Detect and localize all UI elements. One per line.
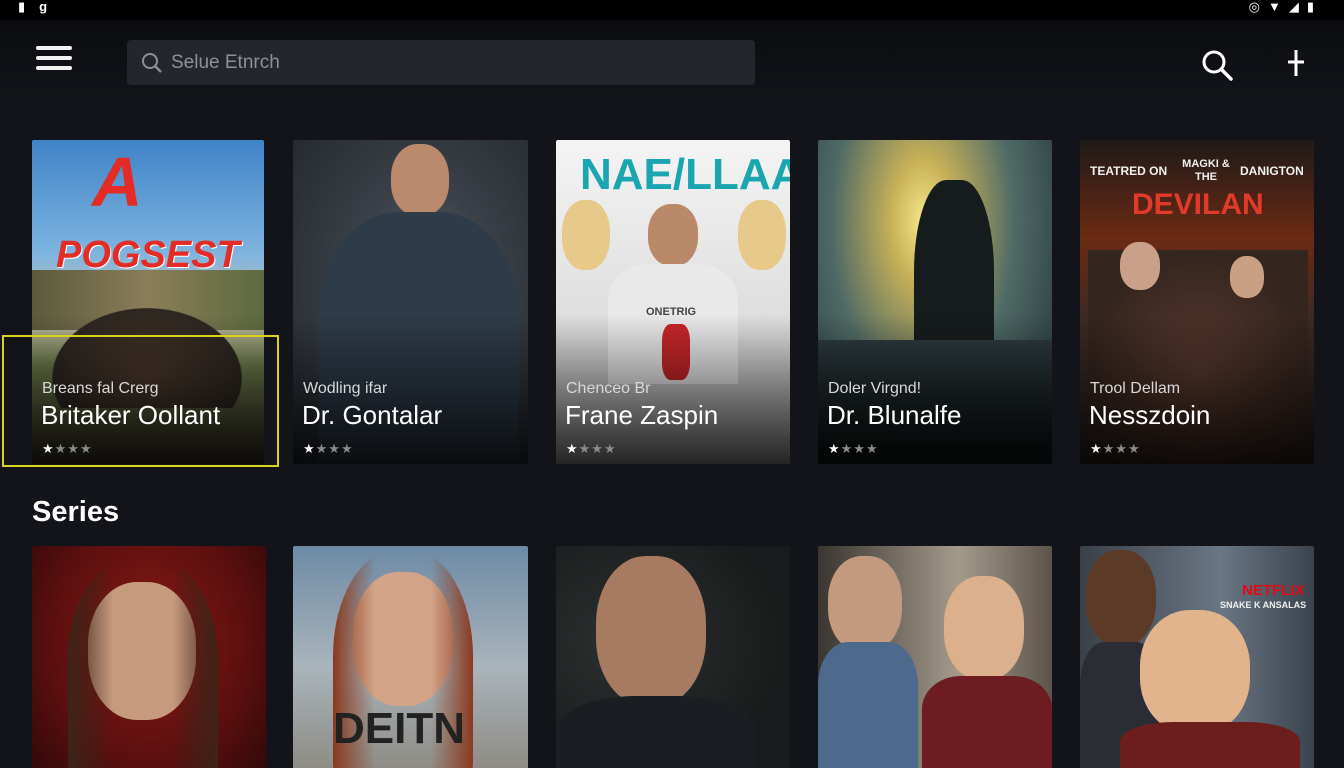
plus-icon	[1288, 50, 1304, 76]
movie-card[interactable]: Wodling ifar Dr. Gontalar ★★★★	[293, 140, 528, 464]
wifi-icon: ▼	[1267, 0, 1281, 14]
search-button[interactable]	[1198, 46, 1238, 86]
signal-icon: ◢	[1288, 0, 1299, 14]
card-title: Britaker Oollant	[41, 400, 221, 430]
search-icon	[1202, 50, 1233, 81]
search-input[interactable]	[171, 51, 731, 74]
poster-top-mid: MAGKI & THE	[1182, 158, 1230, 183]
poster-logo: A	[92, 143, 143, 221]
card-subtitle: Chenceo Br	[566, 380, 651, 397]
card-subtitle: Doler Virgnd!	[828, 380, 922, 397]
poster-image	[556, 546, 790, 768]
search-icon	[141, 52, 163, 74]
cast-icon: ◎	[1248, 0, 1260, 14]
notification-icon: ▮	[18, 0, 26, 14]
card-title: Nesszdoin	[1089, 400, 1211, 430]
card-title: Dr. Gontalar	[302, 400, 443, 430]
series-card[interactable]	[818, 546, 1052, 768]
battery-icon: ▮	[1306, 0, 1314, 14]
series-card[interactable]: NETFLIX SNAKE K ANSALAS	[1080, 546, 1314, 768]
card-title: Frane Zaspin	[565, 400, 719, 430]
brand-subtitle: SNAKE K ANSALAS	[1220, 600, 1307, 610]
poster-title: DEVILAN	[1132, 188, 1264, 221]
top-bar	[0, 20, 1344, 100]
series-card[interactable]	[32, 546, 266, 768]
card-subtitle: Trool Dellam	[1090, 380, 1181, 397]
rating-stars: ★★★★	[303, 441, 354, 456]
add-button[interactable]	[1281, 46, 1311, 82]
poster-title: POGSEST	[56, 234, 240, 276]
card-title: Dr. Blunalfe	[827, 400, 962, 430]
movie-card[interactable]: A POGSEST Breans fal Crerg Britaker Ooll…	[32, 140, 264, 464]
status-bar: ▮ g ◎ ▼ ◢ ▮	[0, 0, 1344, 20]
poster-image	[1080, 546, 1314, 768]
movie-card[interactable]: NAE/LLAAK ONETRIG Chenceo Br Frane Zaspi…	[556, 140, 790, 464]
card-subtitle: Breans fal Crerg	[42, 380, 159, 397]
card-subtitle: Wodling ifar	[303, 380, 388, 397]
menu-button[interactable]	[36, 46, 76, 76]
poster-image	[32, 546, 266, 768]
movie-card[interactable]: TEATRED ON MAGKI & THE DANIGTON DEVILAN …	[1080, 140, 1314, 464]
rating-stars: ★★★★	[1090, 441, 1141, 456]
poster-top-right: DANIGTON	[1240, 164, 1304, 178]
rating-stars: ★★★★	[566, 441, 617, 456]
rating-stars: ★★★★	[42, 441, 93, 456]
brand-logo: NETFLIX	[1242, 582, 1305, 599]
app-icon: g	[39, 0, 48, 14]
section-title: Series	[32, 496, 120, 528]
series-card[interactable]: DEITN	[293, 546, 528, 768]
poster-image	[818, 546, 1052, 768]
poster-title: NAE/LLAAK	[580, 150, 790, 199]
movie-card[interactable]: Doler Virgnd! Dr. Blunalfe ★★★★	[818, 140, 1052, 464]
poster-top-left: TEATRED ON	[1090, 164, 1168, 178]
series-card[interactable]	[556, 546, 790, 768]
search-box[interactable]	[127, 40, 755, 85]
rating-stars: ★★★★	[828, 441, 879, 456]
poster-text: DEITN	[333, 704, 465, 753]
menu-icon	[36, 46, 72, 50]
